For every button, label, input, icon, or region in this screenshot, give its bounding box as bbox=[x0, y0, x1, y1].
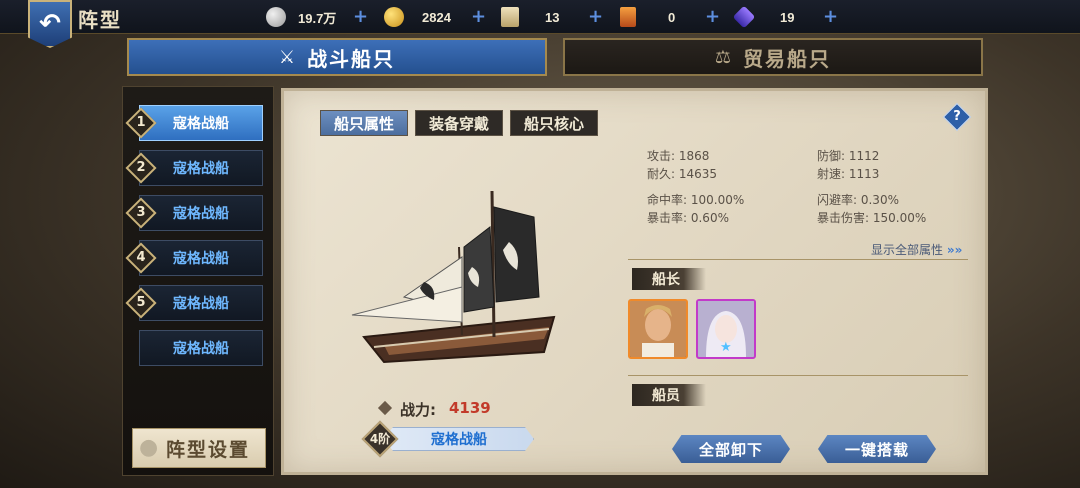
gem-icon bbox=[732, 5, 756, 29]
slot-label: 寇格战船 bbox=[173, 341, 229, 357]
tab-battle-ships[interactable]: ⚔ 战斗船只 bbox=[127, 38, 547, 76]
slot-number-badge: 3 bbox=[125, 197, 157, 229]
silver-coin-icon bbox=[266, 7, 286, 27]
unload-all-button[interactable]: 全部卸下 bbox=[672, 435, 790, 463]
help-icon[interactable]: ? bbox=[942, 102, 972, 132]
resource-gem: 19 bbox=[732, 5, 795, 29]
stat-attack: 攻击: 1868 bbox=[647, 149, 710, 163]
back-button[interactable]: ↶ bbox=[28, 0, 72, 48]
stat-hit-rate: 命中率: 100.00% bbox=[647, 193, 745, 207]
tab-label: 贸易船只 bbox=[743, 46, 832, 71]
top-bar: 阵型 19.7万 + 2824 + 13 + 0 + 19 + bbox=[0, 0, 1080, 34]
tab-label: 战斗船只 bbox=[307, 46, 396, 71]
ship-illustration bbox=[351, 190, 556, 364]
crew-label: 船员 bbox=[632, 384, 706, 406]
gold-coin-icon bbox=[384, 7, 404, 27]
ship-slot-4[interactable]: 4 寇格战船 bbox=[125, 240, 263, 276]
scales-icon: ⚖ bbox=[714, 46, 734, 68]
tab-ship-attributes[interactable]: 船只属性 bbox=[320, 110, 408, 136]
divider bbox=[628, 375, 968, 376]
resource-value: 19.7万 bbox=[298, 10, 337, 26]
slot-label: 寇格战船 bbox=[173, 296, 229, 312]
resource-silver: 19.7万 bbox=[266, 6, 336, 28]
tab-equipment[interactable]: 装备穿戴 bbox=[415, 110, 503, 136]
slot-label: 寇格战船 bbox=[173, 116, 229, 132]
ship-slot-5[interactable]: 5 寇格战船 bbox=[125, 285, 263, 321]
ship-slot-6[interactable]: 寇格战船 bbox=[139, 330, 263, 366]
tab-trade-ships[interactable]: ⚖ 贸易船只 bbox=[563, 38, 983, 76]
slot-number-badge: 2 bbox=[125, 152, 157, 184]
slot-number-badge: 5 bbox=[125, 287, 157, 319]
captain-portrait-icon bbox=[630, 301, 686, 357]
ship-slot-list: 1 寇格战船 2 寇格战船 3 寇格战船 4 寇格战船 5 寇格战船 寇格战船 bbox=[122, 86, 274, 476]
resource-scroll: 13 bbox=[501, 6, 559, 28]
captain-label: 船长 bbox=[632, 268, 706, 290]
slot-label: 寇格战船 bbox=[173, 161, 229, 177]
resource-value: 13 bbox=[545, 9, 560, 25]
stat-durability: 耐久: 14635 bbox=[647, 167, 718, 181]
stat-crit-damage: 暴击伤害: 150.00% bbox=[817, 211, 927, 225]
ship-tier-badge: 4阶 bbox=[361, 420, 399, 458]
formation-label: 阵型设置 bbox=[165, 438, 250, 461]
diamond-icon bbox=[377, 400, 393, 416]
add-card-button[interactable]: + bbox=[705, 8, 720, 26]
back-arrow-icon: ↶ bbox=[39, 9, 61, 39]
star-icon: ★ bbox=[720, 340, 732, 355]
add-scroll-button[interactable]: + bbox=[588, 8, 603, 26]
slot-number-badge: 1 bbox=[125, 107, 157, 139]
scroll-icon bbox=[501, 7, 519, 27]
map-pin-icon: ● bbox=[139, 435, 161, 460]
resource-card: 0 bbox=[620, 6, 675, 28]
slot-label: 寇格战船 bbox=[173, 206, 229, 222]
ship-name-bar: 寇格战船 bbox=[384, 427, 534, 451]
page-title: 阵型 bbox=[78, 8, 122, 32]
stat-fire-rate: 射速: 1113 bbox=[817, 167, 880, 181]
captain-avatar-1[interactable] bbox=[628, 299, 688, 359]
ship-detail-panel: 船只属性 装备穿戴 船只核心 ? 攻击: 1868 防御: 1112 耐久: 1… bbox=[281, 88, 988, 475]
card-icon bbox=[620, 7, 636, 27]
resource-gold: 2824 bbox=[384, 6, 451, 28]
power-label: 战力: bbox=[400, 401, 436, 419]
crossed-swords-icon: ⚔ bbox=[278, 46, 298, 68]
formation-settings-button[interactable]: ● 阵型设置 bbox=[132, 428, 266, 468]
chevrons-right-icon: »» bbox=[946, 243, 963, 257]
divider bbox=[628, 259, 968, 260]
resource-value: 2824 bbox=[422, 9, 451, 25]
tab-ship-core[interactable]: 船只核心 bbox=[510, 110, 598, 136]
ship-slot-1[interactable]: 1 寇格战船 bbox=[125, 105, 263, 141]
stat-dodge-rate: 闪避率: 0.30% bbox=[817, 193, 899, 207]
resource-value: 19 bbox=[780, 9, 795, 25]
ship-name: 寇格战船 bbox=[431, 432, 487, 448]
resource-value: 0 bbox=[668, 9, 676, 25]
add-gold-button[interactable]: + bbox=[471, 8, 486, 26]
stat-crit-rate: 暴击率: 0.60% bbox=[647, 211, 729, 225]
show-all-attributes-link[interactable]: 显示全部属性 »» bbox=[871, 241, 962, 258]
slot-label: 寇格战船 bbox=[173, 251, 229, 267]
ship-slot-2[interactable]: 2 寇格战船 bbox=[125, 150, 263, 186]
add-silver-button[interactable]: + bbox=[353, 8, 368, 26]
stat-defense: 防御: 1112 bbox=[817, 149, 880, 163]
power-value: 4139 bbox=[449, 399, 491, 417]
slot-number-badge: 4 bbox=[125, 242, 157, 274]
one-click-load-button[interactable]: 一键搭载 bbox=[818, 435, 936, 463]
captain-avatar-2[interactable]: ★ bbox=[696, 299, 756, 359]
ship-slot-3[interactable]: 3 寇格战船 bbox=[125, 195, 263, 231]
show-all-label: 显示全部属性 bbox=[871, 243, 944, 257]
add-gem-button[interactable]: + bbox=[823, 8, 838, 26]
